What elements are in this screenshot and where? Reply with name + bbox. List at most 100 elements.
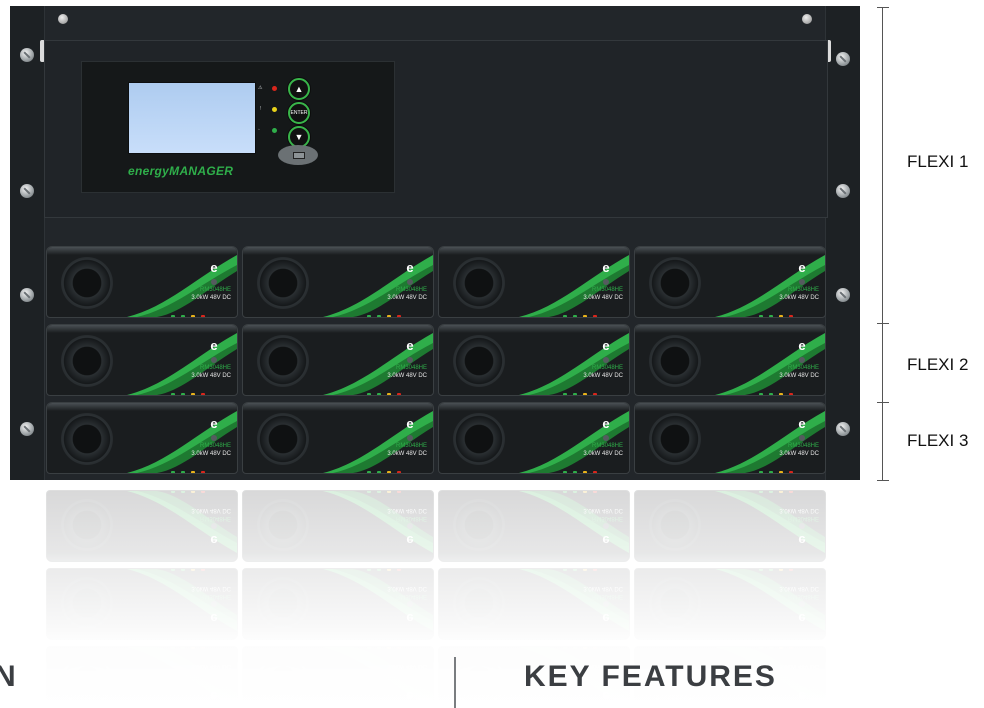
module-rating: 3.0kW 48V DC bbox=[387, 451, 427, 457]
module-button[interactable] bbox=[211, 279, 217, 285]
key-features-heading: KEY FEATURES bbox=[524, 660, 777, 693]
enter-label: ENTER bbox=[290, 110, 308, 116]
rectifier-module: e RM3048HE 3.0kW 48V DC bbox=[46, 246, 238, 318]
rack-screw-icon bbox=[836, 52, 850, 66]
rack-screw-icon bbox=[836, 184, 850, 198]
bracket-tick bbox=[877, 7, 889, 8]
module-model: RM3048HE bbox=[199, 443, 231, 449]
status-led-icon bbox=[191, 315, 195, 317]
status-led-icon bbox=[201, 393, 205, 395]
status-led-icon bbox=[201, 471, 205, 473]
rack-screw-icon bbox=[20, 422, 34, 436]
module-status-leds bbox=[171, 461, 235, 473]
status-led-icon bbox=[593, 393, 597, 395]
controller-faceplate: ⚠ ! ◦ ▲ ENTER ▼ energyMANAGER bbox=[81, 61, 395, 193]
module-model: RM3048HE bbox=[395, 443, 427, 449]
module-rating: 3.0kW 48V DC bbox=[583, 295, 623, 301]
status-led-icon bbox=[397, 393, 401, 395]
rectifier-module: e RM3048HE 3.0kW 48V DC bbox=[634, 246, 826, 318]
eltek-logo-icon: e bbox=[602, 338, 610, 353]
module-rating: 3.0kW 48V DC bbox=[583, 373, 623, 379]
down-arrow-icon: ▼ bbox=[294, 132, 304, 142]
module-status-leds bbox=[171, 305, 235, 317]
fan-icon bbox=[453, 335, 505, 387]
rectifier-rack: ⚠ ! ◦ ▲ ENTER ▼ energyMANAGER e RM3048HE 3… bbox=[10, 6, 860, 480]
module-rating: 3.0kW 48V DC bbox=[583, 451, 623, 457]
module-rating: 3.0kW 48V DC bbox=[387, 373, 427, 379]
module-model: RM3048HE bbox=[591, 287, 623, 293]
fan-icon bbox=[257, 413, 309, 465]
eltek-logo-icon: e bbox=[798, 260, 806, 275]
eltek-logo-icon: e bbox=[602, 260, 610, 275]
fan-icon bbox=[257, 335, 309, 387]
status-led-icon bbox=[171, 315, 175, 317]
eltek-logo-icon: e bbox=[406, 338, 414, 353]
status-led-icon bbox=[573, 471, 577, 473]
status-led-icon bbox=[377, 393, 381, 395]
status-led-icon bbox=[171, 471, 175, 473]
module-model: RM3048HE bbox=[787, 443, 819, 449]
top-screw-right-icon bbox=[802, 14, 812, 24]
fan-icon bbox=[61, 335, 113, 387]
section-heading-left: N bbox=[0, 660, 18, 693]
bracket-tick bbox=[877, 402, 889, 403]
status-led-icon bbox=[769, 393, 773, 395]
module-model: RM3048HE bbox=[199, 365, 231, 371]
alarm-led-icon bbox=[272, 86, 277, 91]
status-led-icon bbox=[181, 471, 185, 473]
status-led-icon bbox=[769, 471, 773, 473]
status-led-icon bbox=[377, 471, 381, 473]
status-led-icon bbox=[191, 471, 195, 473]
controller-panel: ⚠ ! ◦ ▲ ENTER ▼ energyMANAGER bbox=[44, 40, 828, 218]
module-rating: 3.0kW 48V DC bbox=[779, 295, 819, 301]
module-button[interactable] bbox=[211, 435, 217, 441]
status-led-icon bbox=[779, 471, 783, 473]
status-led-icon bbox=[181, 315, 185, 317]
module-status-leds bbox=[563, 383, 627, 395]
module-button[interactable] bbox=[603, 435, 609, 441]
enter-button[interactable]: ENTER bbox=[288, 102, 310, 124]
status-led-icon bbox=[397, 315, 401, 317]
module-model: RM3048HE bbox=[787, 365, 819, 371]
module-button[interactable] bbox=[799, 279, 805, 285]
module-button[interactable] bbox=[603, 279, 609, 285]
module-status-leds bbox=[367, 383, 431, 395]
fan-icon bbox=[649, 257, 701, 309]
rectifier-module: e RM3048HE 3.0kW 48V DC bbox=[46, 402, 238, 474]
usb-port-icon[interactable] bbox=[278, 145, 318, 165]
status-led-icon bbox=[779, 315, 783, 317]
module-button[interactable] bbox=[799, 435, 805, 441]
module-model: RM3048HE bbox=[199, 287, 231, 293]
status-led-icon bbox=[563, 315, 567, 317]
rack-screw-icon bbox=[836, 422, 850, 436]
eltek-logo-icon: e bbox=[210, 338, 218, 353]
warning-led-label: ! bbox=[260, 106, 262, 112]
rectifier-module: e RM3048HE 3.0kW 48V DC bbox=[242, 324, 434, 396]
rack-screw-icon bbox=[20, 288, 34, 302]
module-button[interactable] bbox=[211, 357, 217, 363]
module-rating: 3.0kW 48V DC bbox=[191, 451, 231, 457]
module-button[interactable] bbox=[799, 357, 805, 363]
bracket-tick bbox=[877, 323, 889, 324]
status-led-icon bbox=[563, 393, 567, 395]
module-button[interactable] bbox=[603, 357, 609, 363]
rectifier-module: e RM3048HE 3.0kW 48V DC bbox=[242, 402, 434, 474]
eltek-logo-icon: e bbox=[602, 416, 610, 431]
brand-logo: energyMANAGER bbox=[128, 164, 234, 178]
status-led-icon bbox=[181, 393, 185, 395]
status-led-icon bbox=[779, 393, 783, 395]
right-rack-ear bbox=[825, 6, 860, 480]
status-led-icon bbox=[387, 315, 391, 317]
eltek-logo-icon: e bbox=[798, 338, 806, 353]
status-led-icon bbox=[583, 471, 587, 473]
module-button[interactable] bbox=[407, 279, 413, 285]
module-button[interactable] bbox=[407, 435, 413, 441]
status-led-icon bbox=[573, 315, 577, 317]
eltek-logo-icon: e bbox=[798, 416, 806, 431]
module-button[interactable] bbox=[407, 357, 413, 363]
rack-screw-icon bbox=[20, 48, 34, 62]
status-led-icon bbox=[377, 315, 381, 317]
rectifier-module: e RM3048HE 3.0kW 48V DC bbox=[634, 324, 826, 396]
lcd-display bbox=[128, 82, 256, 154]
up-button[interactable]: ▲ bbox=[288, 78, 310, 100]
